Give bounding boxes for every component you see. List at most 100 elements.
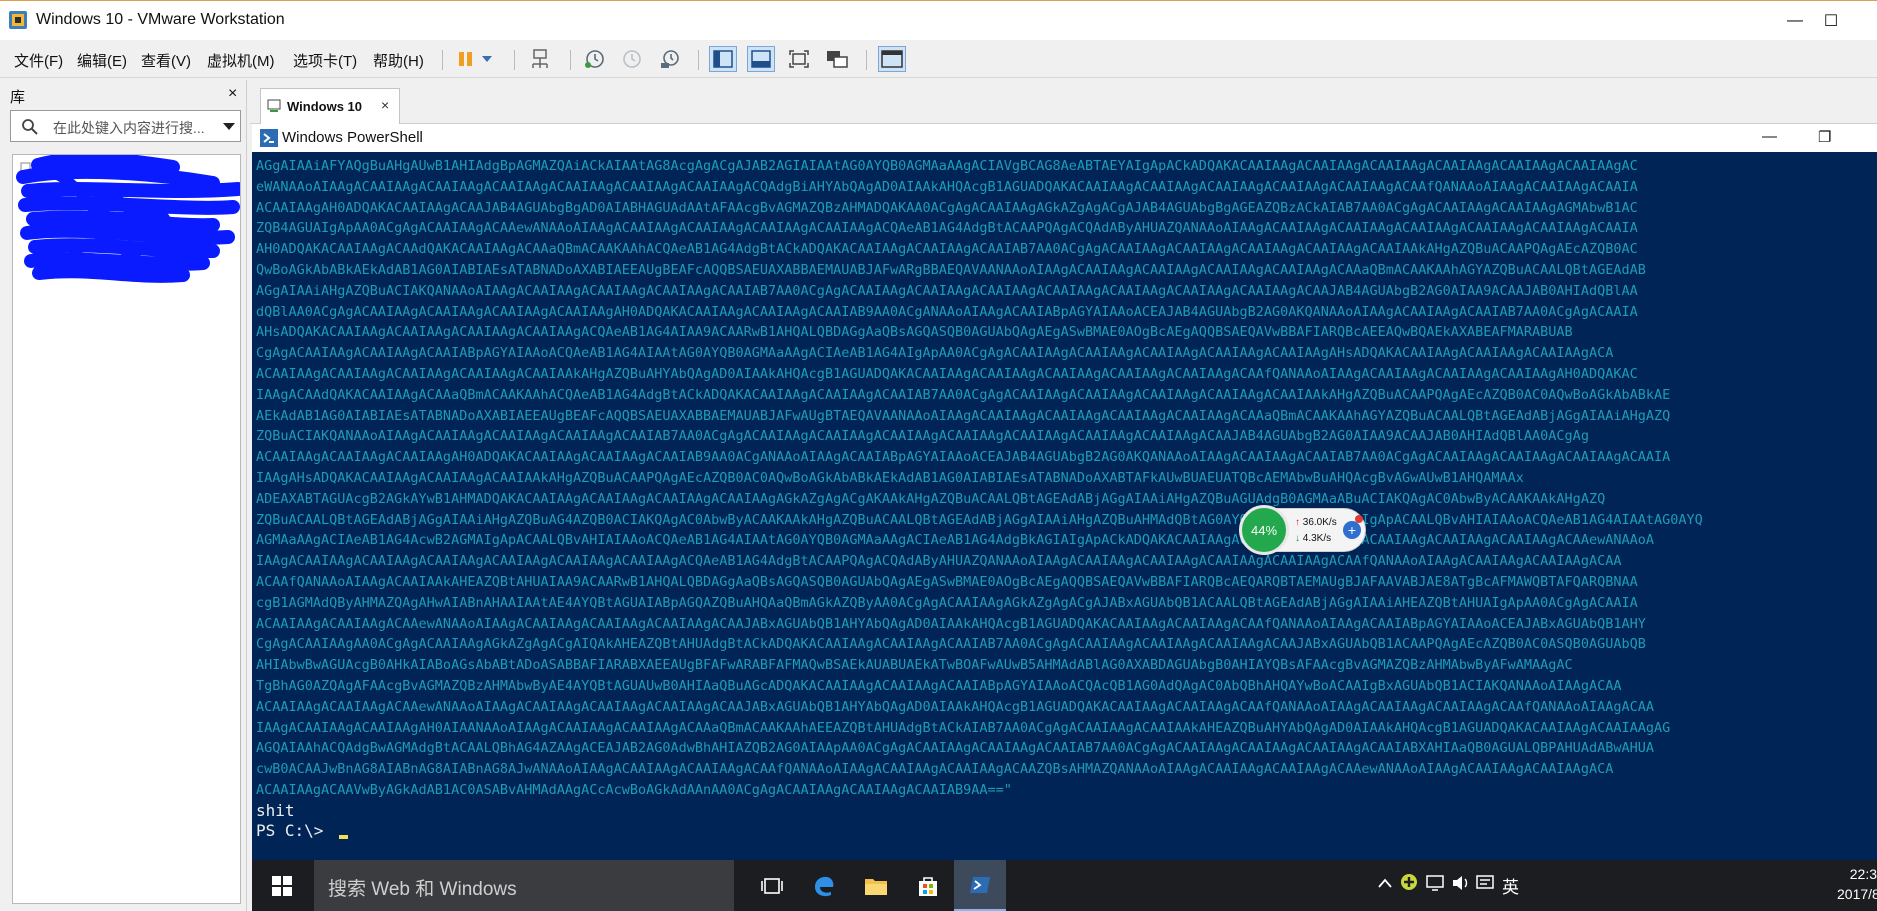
speaker-icon — [1453, 876, 1468, 890]
output-line: shit — [256, 800, 295, 820]
prompt-line[interactable]: PS C:\> — [256, 821, 1877, 841]
guest-display[interactable]: Windows PowerShell — ❐ AGgAIAAiAFYAQgBuA… — [252, 124, 1877, 911]
upload-speed: 36.0K/s — [1302, 517, 1337, 528]
windows-taskbar: 搜索 Web 和 Windows 英 22:3 2017/8 — [252, 860, 1877, 911]
menu-view[interactable]: 查看(V) — [141, 50, 191, 71]
base64-line: AGgAIAAiAHgAZQBuACIAKQANAAoAIAAgACAAIAAg… — [256, 282, 1638, 299]
base64-line: TgBhAG0AZQAgAFAAcgBvAGMAZQBzAHMAbwByAE4A… — [256, 677, 1622, 694]
base64-line: AGQAIAAhACQAdgBwAGMAdgBtACAALQBhAG4AZAAg… — [256, 740, 1654, 757]
library-search-placeholder: 在此处键入内容进行搜... — [53, 120, 205, 136]
task-view-button[interactable] — [746, 860, 798, 911]
edge-button[interactable] — [798, 860, 850, 911]
download-speed: 4.3K/s — [1302, 533, 1332, 544]
folder-icon — [865, 878, 887, 895]
plus-icon[interactable]: + — [1343, 521, 1361, 539]
powershell-restore-button[interactable]: ❐ — [1818, 128, 1831, 146]
taskbar-clock[interactable]: 22:3 2017/8 — [1837, 864, 1877, 904]
windows-logo-icon — [272, 875, 292, 896]
powershell-title-bar: Windows PowerShell — ❐ — [252, 124, 1877, 152]
powershell-title: Windows PowerShell — [282, 129, 423, 146]
base64-line: QwBoAGkAbABkAEkAdAB1AG0AIABIAEsATABNADoA… — [256, 261, 1646, 278]
prompt-text: PS C:\> — [256, 820, 334, 840]
console-view-button[interactable] — [878, 46, 906, 72]
toolbar-separator — [866, 50, 867, 70]
volume-tray-button[interactable] — [1452, 875, 1470, 896]
base64-line: cwB0ACAAJwBnAG8AIABnAG8AIABnAG8AJwANAAoA… — [256, 761, 1614, 778]
tab-windows-10[interactable]: Windows 10 × — [260, 88, 400, 124]
menu-bar: 文件(F) 编辑(E) 查看(V) 虚拟机(M) 选项卡(T) 帮助(H) — [0, 40, 1877, 78]
edge-icon — [815, 876, 834, 896]
menu-tabs[interactable]: 选项卡(T) — [293, 50, 357, 71]
taskbar-search-placeholder: 搜索 Web 和 Windows — [328, 879, 517, 900]
menu-help[interactable]: 帮助(H) — [373, 50, 424, 71]
base64-line: AHsADQAKACAAIAAgACAAIAAgACAAIAAgACAAIAAg… — [256, 324, 1573, 341]
powershell-taskbar-button[interactable] — [954, 860, 1006, 911]
tab-close-button[interactable]: × — [381, 97, 389, 113]
show-hidden-icons-button[interactable] — [1378, 875, 1392, 893]
powershell-console[interactable]: AGgAIAAiAFYAQgBuAHgAUwB1AHIAdgBpAGMAZQAi… — [256, 156, 1877, 856]
chevron-down-icon[interactable] — [223, 122, 235, 131]
network-icon — [1426, 875, 1444, 891]
base64-line: ACAAIAAgAH0ADQAKACAAIAAgACAAJAB4AGUAbgBg… — [256, 199, 1638, 216]
base64-line: ACAAIAAgACAAIAAgACAAewANAAoAIAAgACAAIAAg… — [256, 615, 1646, 632]
base64-line: AEkAdAB1AG0AIABIAEsATABNADoAXABIAEEAUgBE… — [256, 407, 1671, 424]
fullscreen-icon — [789, 50, 809, 68]
base64-line: ACAAIAAgACAAIAAgACAAewANAAoAIAAgACAAIAAg… — [256, 698, 1654, 715]
power-dropdown-button[interactable] — [478, 46, 496, 72]
file-explorer-button[interactable] — [850, 860, 902, 911]
unity-button[interactable] — [823, 46, 851, 72]
base64-line: dQBlAA0ACgAgACAAIAAgACAAIAAgACAAIAAgACAA… — [256, 303, 1638, 320]
clock-time: 22:3 — [1849, 866, 1877, 882]
library-close-button[interactable]: × — [228, 85, 237, 103]
thumbnail-view-icon — [751, 50, 771, 68]
base64-line: CgAgACAAIAAgAA0ACgAgACAAIAAgAGkAZgAgACgA… — [256, 636, 1646, 653]
base64-line: AHIAbwBwAGUAcgB0AHkAIABoAGsAbABtADoASABB… — [256, 657, 1573, 674]
library-view-icon — [713, 50, 733, 68]
library-search-input[interactable]: 在此处键入内容进行搜... — [10, 110, 241, 142]
maximize-button[interactable]: ☐ — [1803, 1, 1859, 41]
menu-file[interactable]: 文件(F) — [14, 50, 63, 71]
tray-app-icon[interactable] — [1400, 873, 1418, 896]
base64-line: eWANAAoAIAAgACAAIAAgACAAIAAgACAAIAAgACAA… — [256, 178, 1638, 195]
start-button[interactable] — [256, 860, 308, 911]
powershell-minimize-button[interactable]: — — [1762, 128, 1777, 145]
taskbar-search-box[interactable]: 搜索 Web 和 Windows — [314, 860, 734, 911]
search-icon — [22, 119, 38, 135]
vm-tab-strip: Windows 10 × — [250, 80, 1877, 124]
snapshot-manager-icon — [661, 50, 679, 68]
network-device-icon — [532, 49, 548, 68]
upload-arrow-icon: ↑ — [1295, 517, 1300, 528]
chevron-up-icon — [1378, 878, 1392, 888]
action-center-button[interactable] — [1476, 875, 1494, 896]
network-tray-button[interactable] — [1426, 875, 1444, 896]
ime-indicator[interactable]: 英 — [1502, 873, 1519, 898]
redacted-scribble — [16, 155, 240, 283]
pause-button[interactable] — [452, 46, 480, 72]
revert-snapshot-button[interactable] — [618, 46, 646, 72]
tab-label: Windows 10 — [287, 99, 363, 114]
network-monitor-widget[interactable]: 44% ↑ 36.0K/s ↓ 4.3K/s + — [1239, 505, 1366, 555]
snapshot-button[interactable] — [580, 46, 608, 72]
snapshot-manager-button[interactable] — [656, 46, 684, 72]
show-library-button[interactable] — [709, 46, 737, 72]
show-thumbnail-bar-button[interactable] — [747, 46, 775, 72]
menu-vm[interactable]: 虚拟机(M) — [207, 50, 275, 71]
store-bag-icon — [919, 876, 937, 896]
base64-line: ADEAXABTAGUAcgB2AGkAYwB1AHMADQAKACAAIAAg… — [256, 490, 1606, 507]
clock-date: 2017/8 — [1837, 886, 1877, 902]
store-button[interactable] — [902, 860, 954, 911]
base64-line: AGMAaAAgACIAeAB1AG4AcwB2AGMAIgApACAALQBv… — [256, 532, 1654, 549]
unity-windows-icon — [827, 51, 848, 68]
base64-line: AH0ADQAKACAAIAAgACAAdQAKACAAIAAgACAAaQBm… — [256, 241, 1638, 258]
library-tree[interactable] — [12, 154, 241, 904]
base64-line: CgAgACAAIAAgACAAIAAgACAAIABpAGYAIAAoACQA… — [256, 345, 1614, 362]
base64-line: ACAAIAAgACAAIAAgACAAIAAgACAAIAAgACAAIAAk… — [256, 365, 1638, 382]
base64-line: IAAgACAAIAAgACAAIAAgAH0AIAANAAoAIAAgACAA… — [256, 719, 1671, 736]
upload-speed-row: ↑ 36.0K/s — [1295, 517, 1337, 528]
cpu-gauge: 44% — [1239, 505, 1289, 555]
menu-edit[interactable]: 编辑(E) — [77, 50, 127, 71]
green-plus-tray-icon — [1401, 874, 1417, 890]
toolbar-separator — [698, 50, 699, 70]
full-screen-button[interactable] — [785, 46, 813, 72]
send-ctrl-alt-del-button[interactable] — [526, 46, 554, 72]
